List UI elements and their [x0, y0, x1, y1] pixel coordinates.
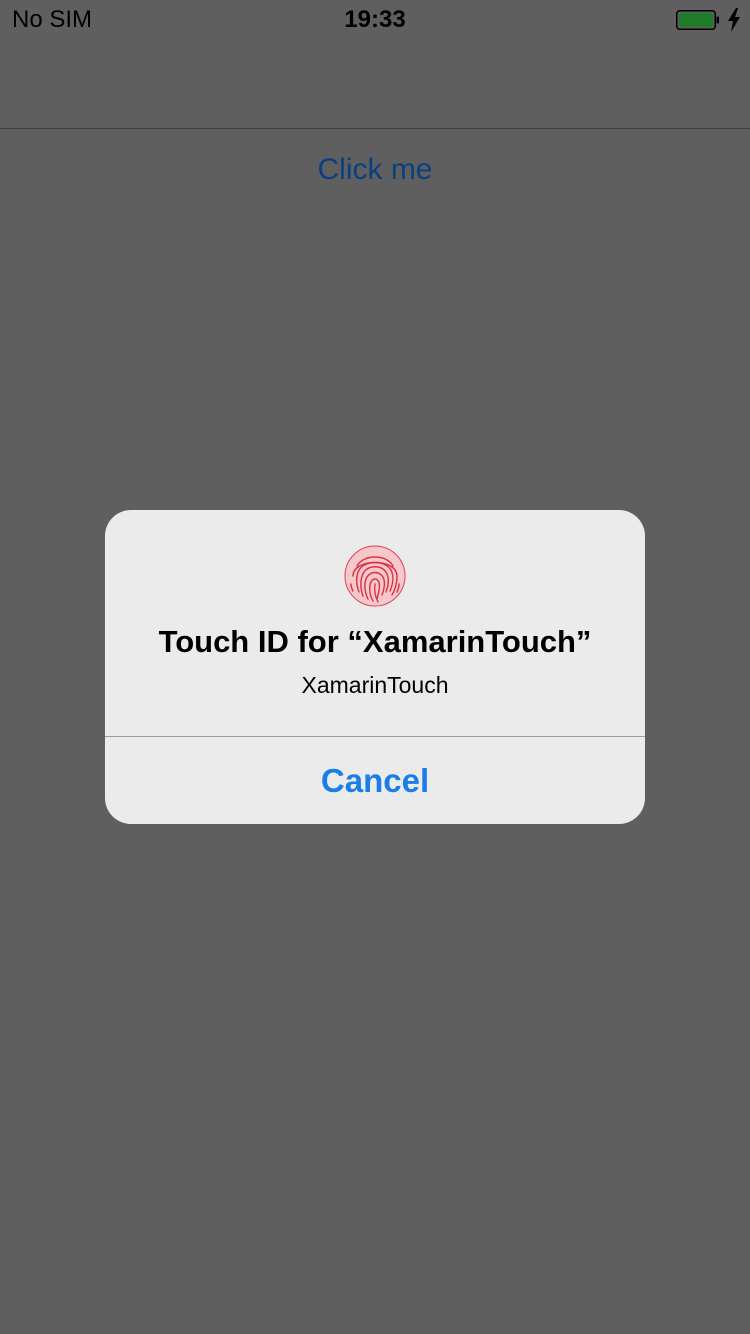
cancel-button[interactable]: Cancel — [105, 737, 645, 824]
screen: No SIM 19:33 Click me Touch ID for “Xama… — [0, 0, 750, 1334]
navigation-bar — [0, 40, 750, 129]
battery-icon — [676, 10, 719, 30]
alert-message: XamarinTouch — [301, 672, 449, 698]
status-bar: No SIM 19:33 — [0, 0, 750, 40]
click-me-button[interactable]: Click me — [0, 153, 750, 187]
fingerprint-icon — [344, 545, 406, 607]
charging-bolt-icon — [728, 8, 740, 32]
alert-body: Touch ID for “XamarinTouch” XamarinTouch — [105, 510, 645, 736]
alert-title: Touch ID for “XamarinTouch” — [158, 624, 592, 659]
status-time: 19:33 — [344, 6, 406, 33]
touch-id-alert: Touch ID for “XamarinTouch” XamarinTouch… — [105, 510, 645, 824]
